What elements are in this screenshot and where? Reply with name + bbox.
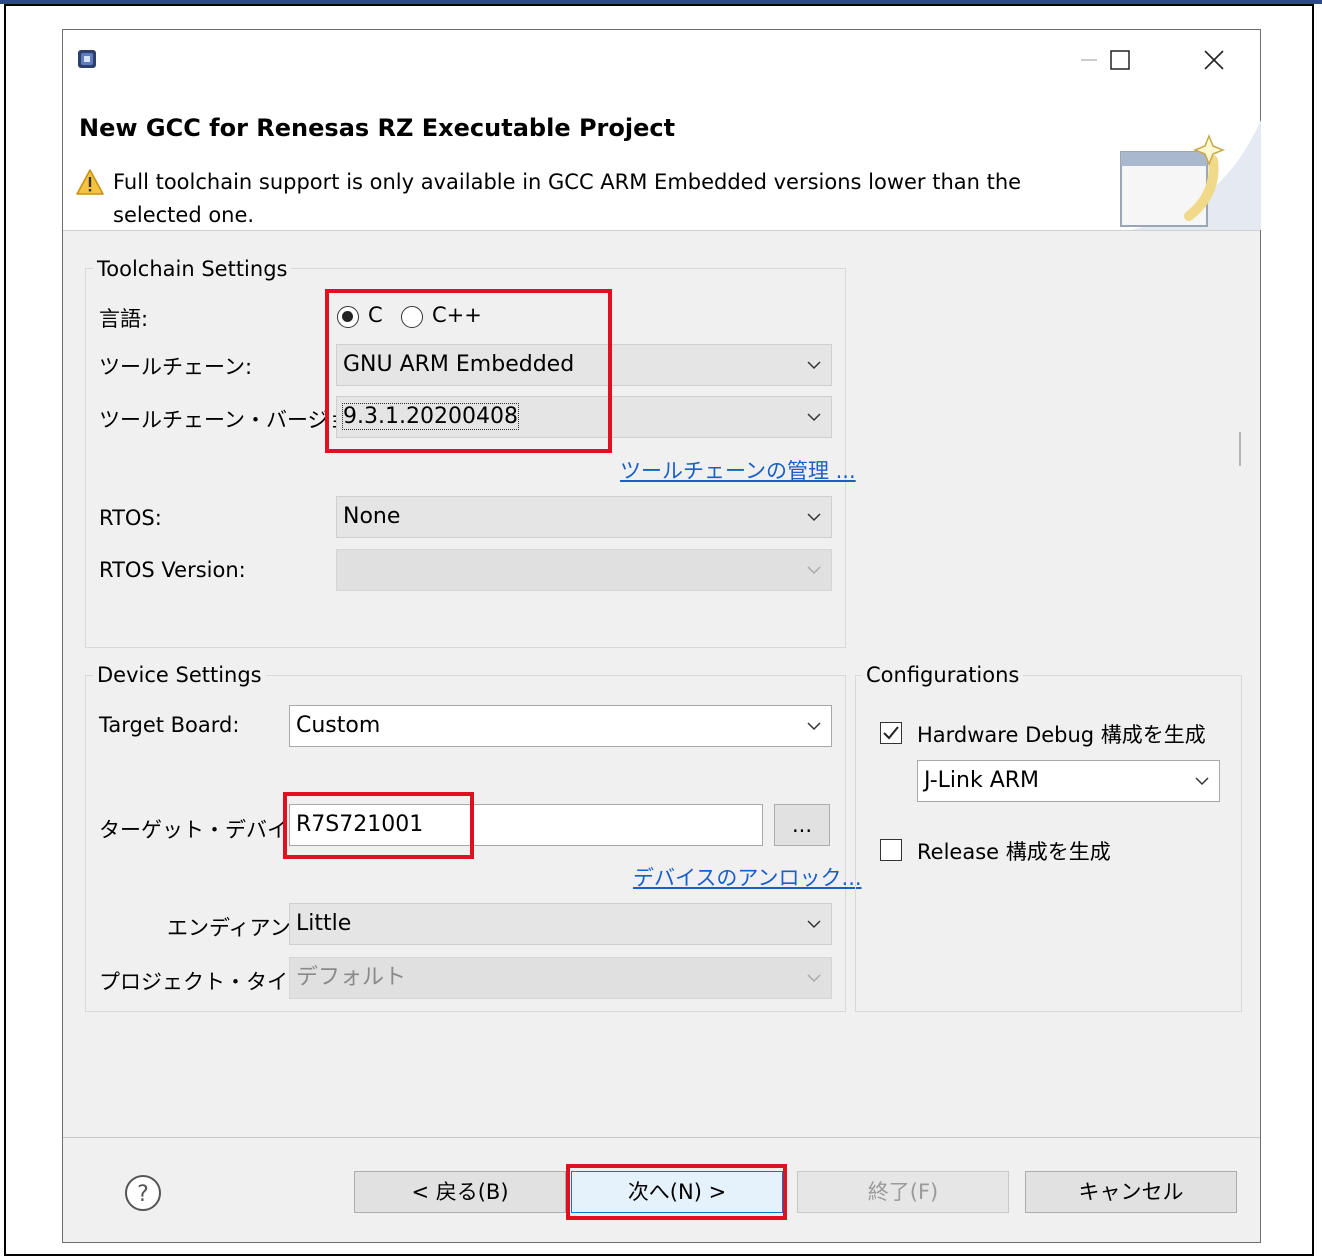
project-type-value: デフォルト: [296, 965, 407, 990]
dialog-title: New GCC for Renesas RZ Executable Projec…: [79, 114, 676, 142]
project-type-select: デフォルト: [289, 957, 832, 999]
hardware-debug-label: Hardware Debug 構成を生成: [917, 723, 1206, 747]
project-type-label: プロジェクト・タイプ:: [99, 970, 317, 994]
language-radio-c[interactable]: [337, 306, 359, 328]
chevron-down-icon: [807, 722, 821, 731]
help-icon[interactable]: ?: [123, 1173, 163, 1213]
maximize-button[interactable]: [1097, 38, 1143, 82]
chevron-down-icon: [807, 513, 821, 522]
chevron-down-icon: [807, 974, 821, 983]
endian-select[interactable]: Little: [289, 903, 832, 945]
close-icon: [1204, 50, 1224, 70]
chevron-down-icon: [807, 361, 821, 370]
language-label: 言語:: [99, 307, 149, 331]
endian-value: Little: [296, 911, 352, 936]
minimize-icon: [1081, 59, 1097, 61]
target-device-input[interactable]: R7S721001: [289, 804, 763, 846]
toolchain-version-select[interactable]: 9.3.1.20200408: [336, 396, 832, 438]
title-bar: [63, 30, 1260, 90]
rtos-select[interactable]: None: [336, 496, 832, 538]
target-board-label: Target Board:: [99, 713, 240, 737]
scroll-indicator: [1239, 432, 1241, 466]
toolchain-settings-title: Toolchain Settings: [93, 257, 292, 281]
close-button[interactable]: [1191, 38, 1237, 82]
unlock-devices-link[interactable]: デバイスのアンロック...: [633, 862, 862, 892]
language-option-cpp: C++: [432, 303, 482, 327]
chevron-down-icon: [807, 566, 821, 575]
manage-toolchains-link[interactable]: ツールチェーンの管理 ...: [620, 455, 856, 485]
browse-device-button[interactable]: ...: [774, 804, 830, 846]
target-device-label: ターゲット・デバイス:: [99, 818, 316, 842]
app-icon: [78, 50, 96, 68]
rtos-version-label: RTOS Version:: [99, 558, 246, 582]
toolchain-version-value: 9.3.1.20200408: [342, 403, 519, 430]
maximize-icon: [1110, 50, 1130, 70]
new-project-dialog: New GCC for Renesas RZ Executable Projec…: [62, 29, 1261, 1243]
svg-text:?: ?: [137, 1182, 149, 1207]
chevron-down-icon: [807, 920, 821, 929]
rtos-version-select: [336, 549, 832, 591]
device-settings-title: Device Settings: [93, 663, 266, 687]
chevron-down-icon: [807, 413, 821, 422]
chevron-down-icon: [1195, 777, 1209, 786]
language-option-c: C: [368, 303, 383, 327]
next-button[interactable]: 次へ(N) >: [571, 1171, 783, 1213]
wizard-header: New GCC for Renesas RZ Executable Projec…: [63, 90, 1261, 231]
warning-message: Full toolchain support is only available…: [113, 170, 1022, 227]
finish-button: 終了(F): [797, 1171, 1009, 1213]
cancel-button[interactable]: キャンセル: [1025, 1171, 1237, 1213]
warning-icon: [76, 169, 104, 195]
toolchain-value: GNU ARM Embedded: [343, 352, 575, 377]
button-bar-separator: [63, 1137, 1260, 1138]
language-radio-cpp[interactable]: [401, 306, 423, 328]
target-board-value: Custom: [296, 713, 381, 738]
debugger-select[interactable]: J-Link ARM: [917, 760, 1220, 802]
checkmark-icon: [883, 726, 899, 740]
toolchain-label: ツールチェーン:: [99, 355, 253, 379]
rtos-value: None: [343, 504, 401, 529]
radio-selected-dot: [342, 311, 353, 322]
hardware-debug-checkbox[interactable]: [880, 722, 902, 744]
release-checkbox[interactable]: [880, 839, 902, 861]
back-button[interactable]: < 戻る(B): [354, 1171, 566, 1213]
target-board-select[interactable]: Custom: [289, 705, 832, 747]
toolchain-select[interactable]: GNU ARM Embedded: [336, 344, 832, 386]
endian-label: エンディアン:: [167, 916, 298, 940]
rtos-label: RTOS:: [99, 506, 162, 530]
wizard-banner-icon: [1120, 120, 1261, 230]
debugger-value: J-Link ARM: [924, 768, 1040, 793]
configurations-title: Configurations: [862, 663, 1024, 687]
release-label: Release 構成を生成: [917, 840, 1111, 864]
